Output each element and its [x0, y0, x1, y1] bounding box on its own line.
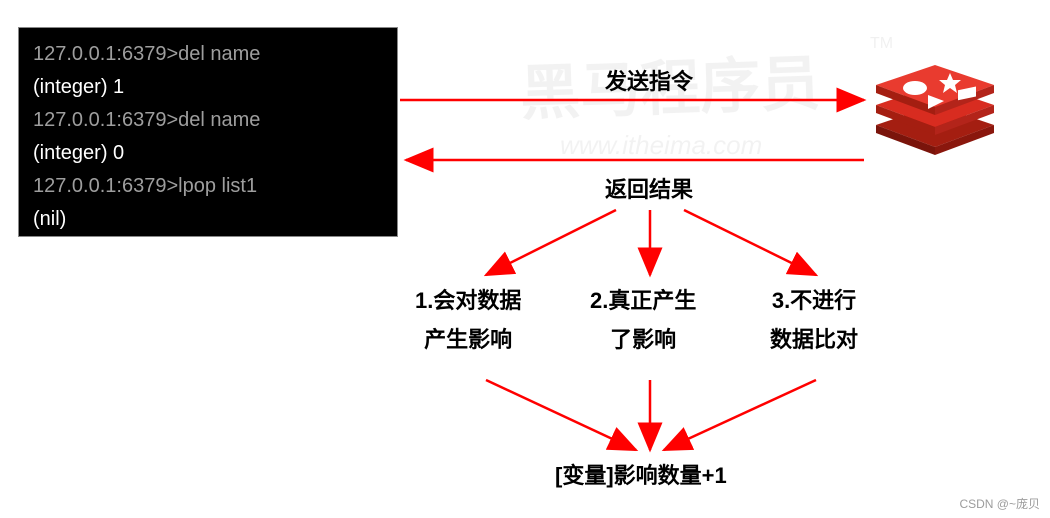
- terminal-line: 127.0.0.1:6379>del name: [33, 38, 383, 71]
- cmd: del name: [178, 109, 260, 131]
- prompt: 127.0.0.1:6379>: [33, 175, 178, 197]
- terminal-line: 127.0.0.1:6379>del name: [33, 104, 383, 137]
- branch-1-line1: 1.会对数据: [415, 282, 521, 321]
- branch-1-line2: 产生影响: [415, 321, 521, 360]
- watermark-url: www.itheima.com: [560, 130, 762, 161]
- redis-logo-icon: [870, 55, 1000, 160]
- branch-3-line1: 3.不进行: [770, 282, 858, 321]
- cmd: lpop list1: [178, 175, 257, 197]
- terminal-line: 127.0.0.1:6379>lpop list1: [33, 170, 383, 203]
- terminal-window: 127.0.0.1:6379>del name (integer) 1 127.…: [18, 27, 398, 237]
- branch-2: 2.真正产生 了影响: [590, 282, 696, 359]
- prompt: 127.0.0.1:6379>: [33, 109, 178, 131]
- branch-3: 3.不进行 数据比对: [770, 282, 858, 359]
- cmd: del name: [178, 43, 260, 65]
- terminal-output: (nil): [33, 203, 383, 236]
- branch-1: 1.会对数据 产生影响: [415, 282, 521, 359]
- prompt: 127.0.0.1:6379>: [33, 43, 178, 65]
- label-send-command: 发送指令: [605, 64, 693, 96]
- branch-3-line2: 数据比对: [770, 321, 858, 360]
- terminal-output: (integer) 0: [33, 137, 383, 170]
- branch-2-line1: 2.真正产生: [590, 282, 696, 321]
- branch-2-line2: 了影响: [590, 321, 696, 360]
- result-label: [变量]影响数量+1: [555, 458, 727, 490]
- terminal-output: (integer) 1: [33, 71, 383, 104]
- credit-text: CSDN @~庞贝: [959, 495, 1040, 512]
- watermark-tm: TM: [870, 35, 893, 53]
- label-return-result: 返回结果: [605, 172, 693, 204]
